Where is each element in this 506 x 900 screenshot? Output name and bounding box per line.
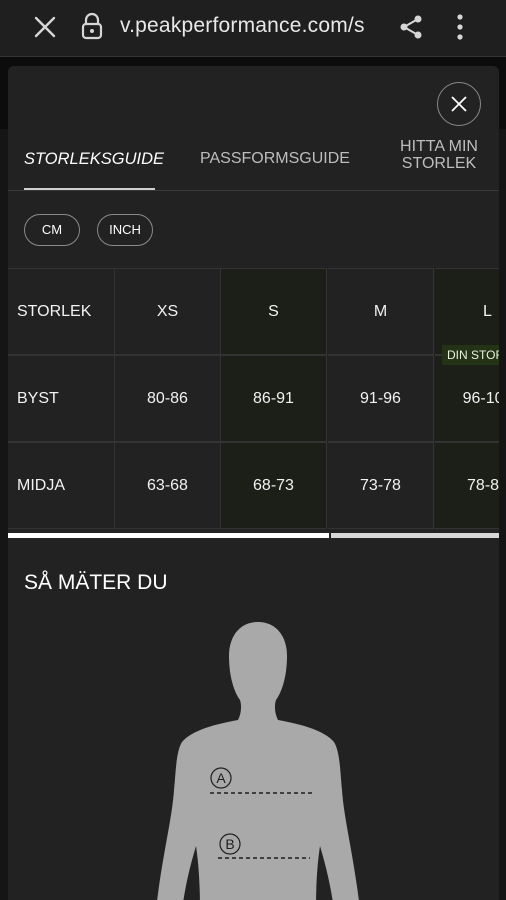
url-field[interactable]: v.peakperformance.com/s [120, 14, 378, 42]
marker-b-label: B [225, 836, 234, 852]
size-table[interactable]: STORLEK XS S M L BYST 80-86 86-91 91-96 … [8, 268, 499, 532]
browser-toolbar: v.peakperformance.com/s [0, 0, 506, 57]
table-row-label-bust: BYST [8, 355, 115, 442]
body-measurement-figure: A B [157, 622, 359, 900]
tab-find-my-size[interactable]: HITTA MIN STORLEK [380, 138, 498, 172]
table-row-label-waist: MIDJA [8, 442, 115, 529]
table-header-s: S [221, 268, 327, 355]
unit-inch-button[interactable]: INCH [97, 214, 153, 246]
table-cell: 78-83 [435, 442, 499, 529]
marker-a-label: A [216, 770, 226, 786]
close-icon [451, 96, 467, 112]
table-cell: 63-68 [115, 442, 221, 529]
tab-fit-guide[interactable]: PASSFORMSGUIDE [200, 150, 350, 168]
size-guide-modal: STORLEKSGUIDE PASSFORMSGUIDE HITTA MIN S… [8, 66, 499, 900]
table-scrollbar-thumb[interactable] [8, 533, 329, 538]
modal-close-button[interactable] [437, 82, 481, 126]
active-tab-underline [24, 188, 155, 190]
table-cell: 68-73 [221, 442, 327, 529]
lock-icon[interactable] [80, 12, 104, 40]
table-cell: 73-78 [328, 442, 434, 529]
table-header-label: STORLEK [8, 268, 115, 355]
more-vert-icon[interactable] [450, 12, 470, 42]
table-cell: 86-91 [221, 355, 327, 442]
unit-cm-button[interactable]: CM [24, 214, 80, 246]
your-size-badge: DIN STORLEK [442, 345, 499, 365]
tab-size-guide[interactable]: STORLEKSGUIDE [24, 150, 164, 169]
how-to-measure-title: SÅ MÄTER DU [24, 571, 168, 594]
share-icon[interactable] [397, 13, 425, 41]
tab-find-my-size-line2: STORLEK [401, 155, 477, 172]
table-cell: 91-96 [328, 355, 434, 442]
body-silhouette [157, 622, 359, 900]
table-cell: 80-86 [115, 355, 221, 442]
table-header-xs: XS [115, 268, 221, 355]
close-icon[interactable] [30, 12, 60, 42]
table-cell: 96-101 [435, 355, 499, 442]
table-header-l: L [435, 268, 499, 355]
table-header-m: M [328, 268, 434, 355]
tab-find-my-size-line1: HITTA MIN [400, 138, 478, 155]
scrollbar-divider [329, 533, 331, 538]
